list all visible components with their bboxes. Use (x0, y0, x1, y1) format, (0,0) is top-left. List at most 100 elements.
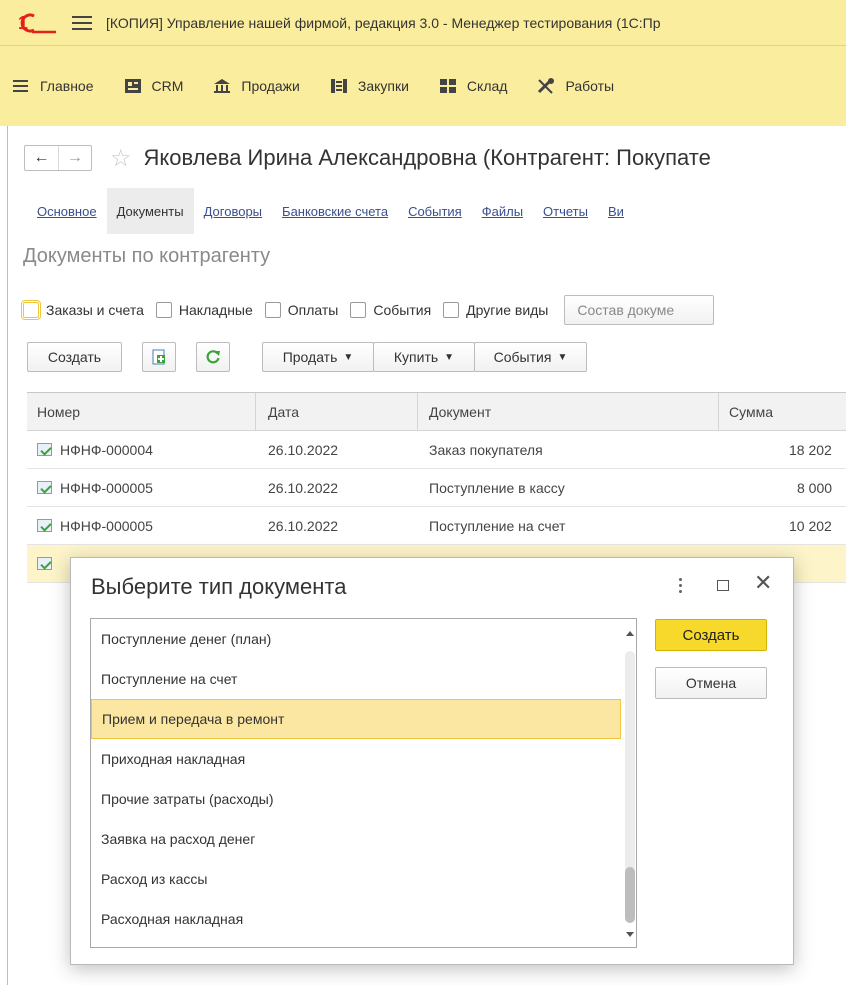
column-number[interactable]: Номер (37, 393, 80, 430)
scroll-thumb[interactable] (625, 867, 635, 923)
section-purchases[interactable]: Закупки (330, 78, 409, 94)
1c-logo: 1 (18, 12, 58, 34)
row-document: Поступление в кассу (429, 479, 565, 496)
dropdown-arrow-icon: ▼ (557, 351, 568, 363)
row-number: НФНФ-000005 (60, 517, 153, 534)
events-label: События (493, 349, 552, 365)
add-document-icon (152, 349, 165, 365)
section-main[interactable]: Главное (12, 78, 94, 94)
close-icon[interactable]: ✕ (754, 570, 772, 596)
filter-other[interactable]: Другие виды (443, 302, 548, 318)
select-document-type-dialog: Выберите тип документа ✕ Поступление ден… (70, 557, 794, 965)
dialog-cancel-button[interactable]: Отмена (655, 667, 767, 699)
tab-documents[interactable]: Документы (106, 188, 194, 234)
forward-arrow-icon[interactable]: → (58, 146, 91, 170)
list-item[interactable]: Приходная накладная (91, 739, 621, 779)
tab-bank-accounts[interactable]: Банковские счета (272, 188, 398, 234)
filter-events[interactable]: События (350, 302, 431, 318)
row-sum: 8 000 (797, 479, 833, 496)
documents-table: Номер Дата Документ Сумма НФНФ-000004 26… (27, 392, 846, 583)
list-item[interactable]: Поступление денег (план) (91, 619, 621, 659)
warehouse-icon (439, 78, 457, 94)
section-label: Главное (40, 78, 94, 94)
list-item[interactable]: Расходная накладная (91, 899, 621, 939)
purchases-icon (330, 78, 348, 94)
crm-icon (124, 78, 142, 94)
section-warehouse[interactable]: Склад (439, 78, 507, 94)
buy-label: Купить (393, 349, 439, 365)
tools-icon (537, 78, 555, 94)
create-button[interactable]: Создать (27, 342, 122, 372)
list-item[interactable]: Заявка на расход денег (91, 819, 621, 859)
copy-document-button[interactable] (142, 342, 176, 372)
buy-dropdown[interactable]: Купить ▼ (373, 342, 475, 372)
section-works[interactable]: Работы (537, 78, 614, 94)
list-scrollbar[interactable] (623, 619, 636, 947)
window-title: [КОПИЯ] Управление нашей фирмой, редакци… (106, 14, 661, 31)
maximize-icon[interactable] (717, 580, 729, 591)
list-toolbar: Создать Продать ▼ Купить ▼ События ▼ (27, 342, 587, 372)
tab-contracts[interactable]: Договоры (194, 188, 272, 234)
sell-dropdown[interactable]: Продать ▼ (262, 342, 374, 372)
row-date: 26.10.2022 (268, 517, 339, 534)
table-row[interactable]: НФНФ-000004 26.10.2022 Заказ покупателя … (27, 431, 846, 469)
section-title: Документы по контрагенту (23, 245, 271, 267)
dialog-create-button[interactable]: Создать (655, 619, 767, 651)
page-title: Яковлева Ирина Александровна (Контрагент… (143, 145, 711, 170)
filter-orders-invoices[interactable]: Заказы и счета (21, 300, 144, 320)
row-date: 26.10.2022 (268, 479, 339, 496)
more-actions-icon[interactable] (669, 573, 691, 597)
list-item[interactable]: Расход из кассы (91, 859, 621, 899)
list-item[interactable]: Поступление на счет (91, 659, 621, 699)
events-dropdown[interactable]: События ▼ (474, 342, 587, 372)
table-row[interactable]: НФНФ-000005 26.10.2022 Поступление в кас… (27, 469, 846, 507)
checkbox[interactable] (350, 302, 367, 318)
tab-reports[interactable]: Отчеты (533, 188, 598, 234)
section-crm[interactable]: CRM (124, 78, 183, 94)
posted-document-icon (37, 557, 52, 570)
checkbox[interactable] (443, 302, 460, 318)
checkbox[interactable] (264, 302, 281, 318)
checkbox[interactable] (155, 302, 172, 318)
sell-label: Продать (282, 349, 338, 365)
list-item[interactable]: Прочие затраты (расходы) (91, 779, 621, 819)
column-date[interactable]: Дата (268, 393, 299, 430)
row-number: НФНФ-000004 (60, 441, 153, 458)
column-divider (718, 393, 719, 430)
composition-button[interactable]: Состав докуме (564, 295, 715, 325)
tab-events[interactable]: События (398, 188, 472, 234)
list-item-selected[interactable]: Прием и передача в ремонт (91, 699, 621, 739)
hamburger-icon (12, 78, 30, 94)
checkbox-label: Заказы и счета (46, 302, 144, 318)
row-document: Поступление на счет (429, 517, 566, 534)
favorite-star-icon[interactable]: ☆ (110, 144, 132, 173)
refresh-button[interactable] (196, 342, 230, 372)
document-filters: Заказы и счета Накладные Оплаты События … (21, 294, 715, 326)
main-menu-icon[interactable] (72, 15, 92, 30)
document-type-list: Поступление денег (план) Поступление на … (90, 618, 637, 948)
tab-main[interactable]: Основное (27, 188, 107, 234)
tab-more[interactable]: Ви (598, 188, 634, 234)
scroll-up-icon[interactable] (626, 631, 634, 636)
table-row[interactable]: НФНФ-000005 26.10.2022 Поступление на сч… (27, 507, 846, 545)
column-sum[interactable]: Сумма (729, 393, 773, 430)
form-header: ← → ☆ Яковлева Ирина Александровна (Конт… (24, 140, 711, 176)
column-document[interactable]: Документ (429, 393, 491, 430)
tab-files[interactable]: Файлы (472, 188, 533, 234)
section-label: Продажи (241, 78, 300, 94)
checkbox[interactable] (21, 300, 41, 320)
refresh-icon (206, 350, 220, 364)
section-sales[interactable]: Продажи (213, 78, 300, 94)
checkbox-label: Оплаты (287, 302, 339, 318)
checkbox-label: Другие виды (466, 302, 549, 318)
checkbox-label: Накладные (178, 302, 253, 318)
filter-waybills[interactable]: Накладные (155, 302, 253, 318)
action-button-group: Продать ▼ Купить ▼ События ▼ (262, 342, 587, 372)
back-arrow-icon[interactable]: ← (25, 146, 58, 170)
table-header: Номер Дата Документ Сумма (27, 393, 846, 431)
posted-document-icon (37, 443, 52, 456)
section-label: Работы (565, 78, 615, 94)
checkbox-label: События (373, 302, 432, 318)
filter-payments[interactable]: Оплаты (264, 302, 339, 318)
scroll-down-icon[interactable] (626, 932, 634, 937)
